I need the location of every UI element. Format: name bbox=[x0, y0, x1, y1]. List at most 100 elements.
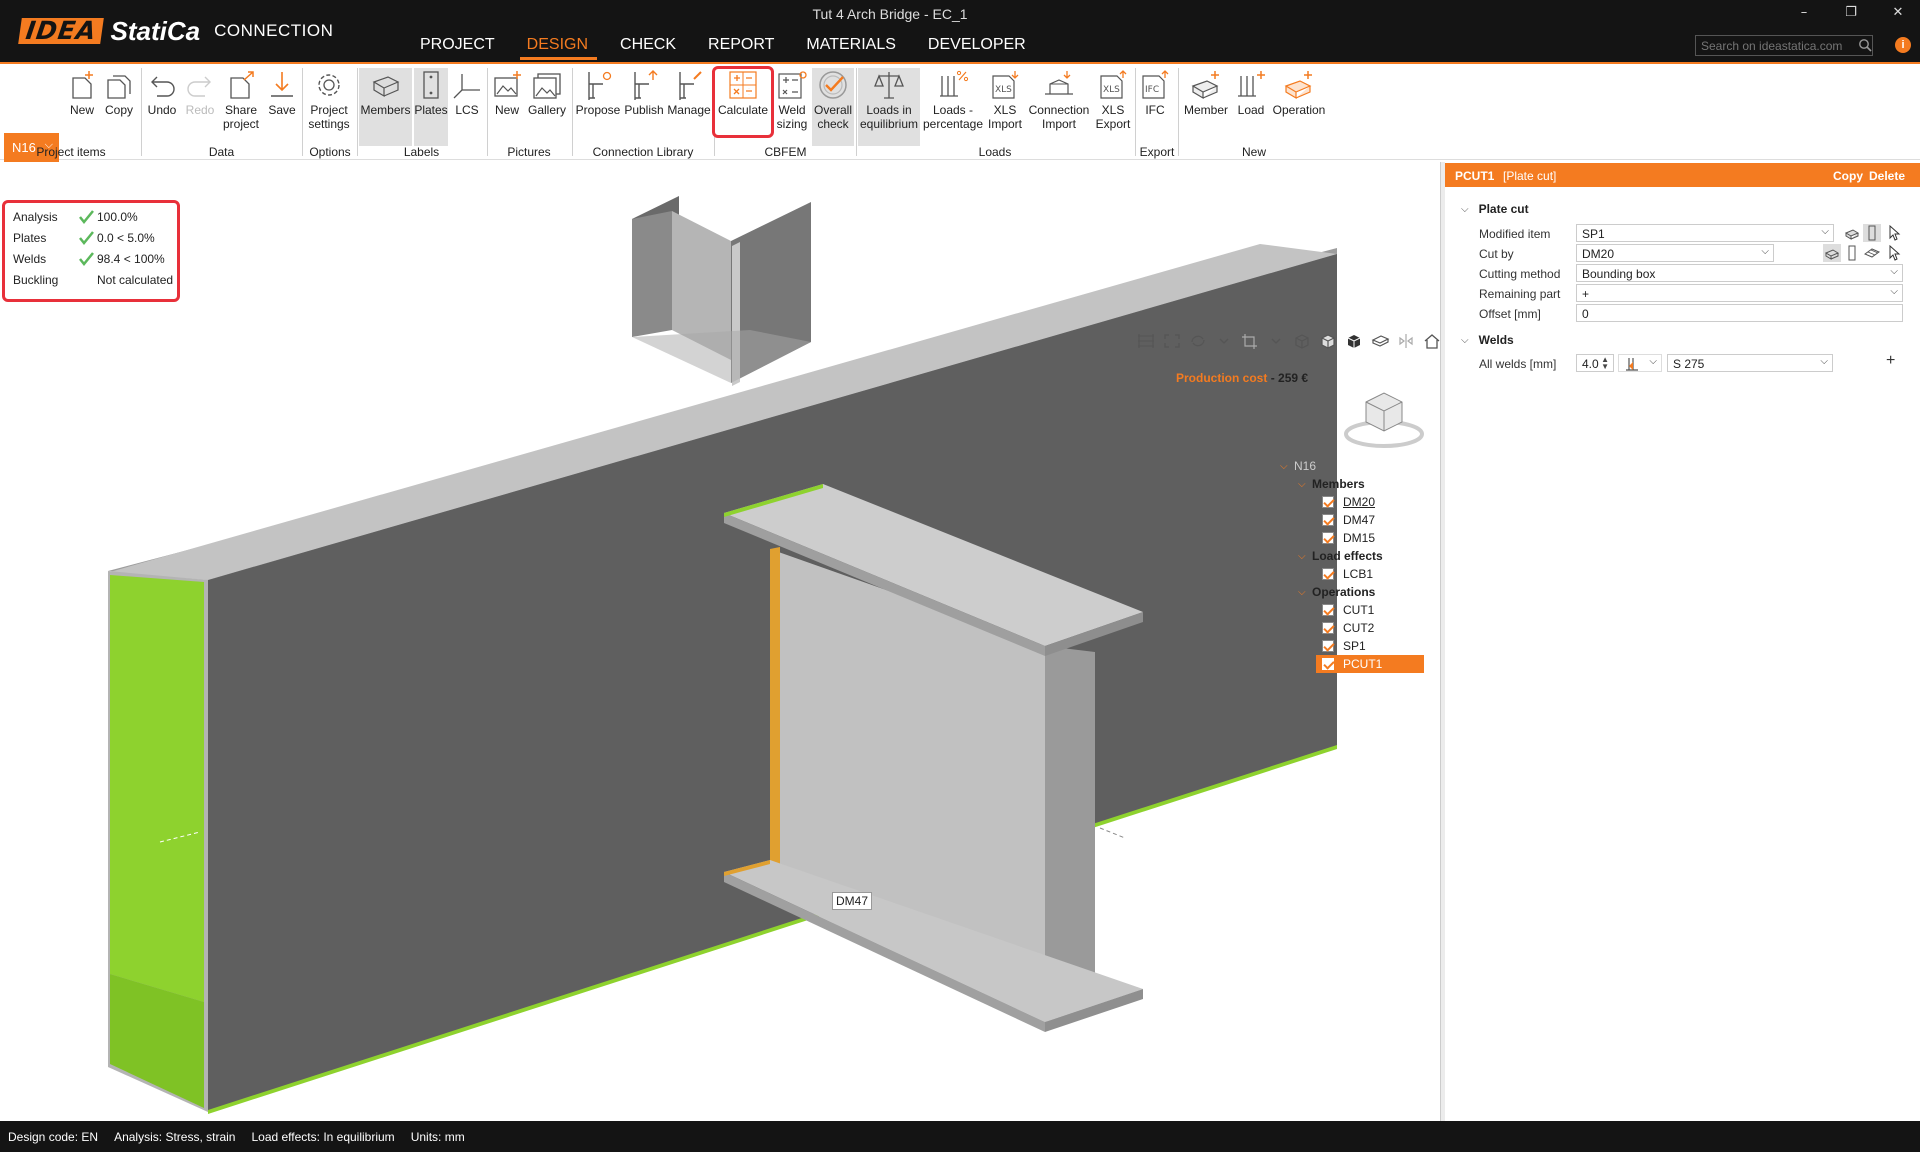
new-operation-icon bbox=[1284, 71, 1312, 100]
menu-project[interactable]: PROJECT bbox=[405, 32, 512, 60]
app-window: IDEA StatiCa CONNECTION Tut 4 Arch Bridg… bbox=[0, 0, 1920, 1152]
labels-members-toggle[interactable]: Members bbox=[359, 68, 412, 146]
pick-cursor-icon[interactable] bbox=[1885, 224, 1903, 242]
manage-button[interactable]: Manage bbox=[667, 68, 711, 146]
dimension-icon[interactable] bbox=[1136, 332, 1156, 350]
remaining-part-select[interactable]: + ⌵ bbox=[1576, 284, 1903, 302]
navigation-cube-icon[interactable] bbox=[1342, 384, 1426, 452]
checkbox-checked-icon[interactable] bbox=[1322, 568, 1334, 580]
undo-button[interactable]: Undo bbox=[145, 68, 179, 146]
share-project-button[interactable]: Share project bbox=[219, 68, 263, 146]
crop-icon[interactable] bbox=[1240, 332, 1260, 350]
close-button[interactable]: ✕ bbox=[1886, 5, 1910, 20]
group-separator bbox=[141, 68, 142, 156]
mirror-icon[interactable] bbox=[1396, 332, 1416, 350]
xls-import-button[interactable]: XLS XLS Import bbox=[986, 68, 1024, 146]
member-view-icon[interactable] bbox=[1843, 224, 1861, 242]
publish-button[interactable]: Publish bbox=[622, 68, 666, 146]
group-separator bbox=[1178, 68, 1179, 156]
add-weld-button[interactable]: + bbox=[1886, 352, 1895, 370]
new-member-button[interactable]: Member bbox=[1181, 68, 1231, 146]
menu-materials[interactable]: MATERIALS bbox=[791, 32, 913, 60]
checkbox-checked-icon[interactable] bbox=[1322, 640, 1334, 652]
minimize-button[interactable]: – bbox=[1792, 5, 1816, 20]
cutting-method-select[interactable]: Bounding box ⌵ bbox=[1576, 264, 1903, 282]
3d-viewport[interactable]: Production cost - 259 € DM47 ⌵ N16 ⌵ Membe… bbox=[0, 162, 1440, 1121]
loads-in-equilibrium-toggle[interactable]: Loads in equilibrium bbox=[858, 68, 920, 146]
member-dm15-flange-side bbox=[632, 211, 672, 337]
offset-input[interactable]: 0 bbox=[1576, 304, 1903, 322]
menu-developer[interactable]: DEVELOPER bbox=[913, 32, 1043, 60]
wireframe-cube-icon[interactable] bbox=[1292, 332, 1312, 350]
overall-check-toggle[interactable]: Overall check bbox=[812, 68, 854, 146]
tree-item-cut2[interactable]: CUT2 bbox=[1322, 619, 1374, 637]
xls-export-button[interactable]: XLS XLS Export bbox=[1094, 68, 1132, 146]
connection-3d-model[interactable] bbox=[0, 162, 1440, 1121]
new-item-button[interactable]: New bbox=[64, 68, 100, 146]
weld-material-select[interactable]: S 275 ⌵ bbox=[1667, 354, 1833, 372]
search-icon[interactable] bbox=[1858, 38, 1872, 52]
section-plate-cut[interactable]: ⌵ Plate cut bbox=[1461, 202, 1529, 216]
info-icon[interactable]: i bbox=[1895, 37, 1911, 53]
labels-plates-toggle[interactable]: Plates bbox=[414, 68, 448, 146]
tree-group-load-effects[interactable]: ⌵ Load effects bbox=[1298, 547, 1383, 565]
cut-by-select[interactable]: DM20 ⌵ bbox=[1576, 244, 1774, 262]
copy-operation-button[interactable]: Copy bbox=[1833, 169, 1863, 183]
tree-item-dm15[interactable]: DM15 bbox=[1322, 529, 1375, 547]
redo-button[interactable]: Redo bbox=[183, 68, 217, 146]
gallery-button[interactable]: Gallery bbox=[526, 68, 568, 146]
ifc-export-button[interactable]: IFC IFC bbox=[1138, 68, 1172, 146]
connection-import-button[interactable]: Connection Import bbox=[1026, 68, 1092, 146]
restore-button[interactable]: ❐ bbox=[1839, 5, 1863, 20]
rotate-view-icon[interactable] bbox=[1188, 332, 1208, 350]
tree-node-root[interactable]: ⌵ N16 bbox=[1280, 457, 1316, 475]
plate-view-icon[interactable] bbox=[1863, 224, 1881, 242]
weld-size-stepper[interactable]: 4.0 ▲ ▼ bbox=[1576, 354, 1614, 372]
checkbox-checked-icon[interactable] bbox=[1322, 532, 1334, 544]
copy-item-button[interactable]: Copy bbox=[102, 68, 136, 146]
pick-cursor-icon[interactable] bbox=[1885, 244, 1903, 262]
new-operation-button[interactable]: Operation bbox=[1271, 68, 1327, 146]
checkbox-checked-icon[interactable] bbox=[1322, 622, 1334, 634]
transparent-cube-icon[interactable] bbox=[1318, 332, 1338, 350]
plate-view-icon[interactable] bbox=[1843, 244, 1861, 262]
weld-type-select[interactable]: ⌵ bbox=[1618, 354, 1662, 372]
weld-sizing-button[interactable]: Weld sizing bbox=[771, 68, 813, 146]
chevron-down-icon[interactable] bbox=[1214, 332, 1234, 350]
tree-item-cut1[interactable]: CUT1 bbox=[1322, 601, 1374, 619]
tree-group-operations[interactable]: ⌵ Operations bbox=[1298, 583, 1375, 601]
tree-item-sp1[interactable]: SP1 bbox=[1322, 637, 1366, 655]
project-settings-button[interactable]: Project settings bbox=[305, 68, 353, 146]
solid-cube-icon[interactable] bbox=[1344, 332, 1364, 350]
checkbox-checked-icon[interactable] bbox=[1322, 496, 1334, 508]
checkbox-checked-icon[interactable] bbox=[1322, 658, 1334, 670]
save-button[interactable]: Save bbox=[265, 68, 299, 146]
tree-item-pcut1-selected[interactable]: PCUT1 bbox=[1316, 655, 1424, 673]
checkbox-checked-icon[interactable] bbox=[1322, 514, 1334, 526]
delete-operation-button[interactable]: Delete bbox=[1869, 169, 1905, 183]
section-plane-icon[interactable] bbox=[1370, 332, 1390, 350]
tree-group-members[interactable]: ⌵ Members bbox=[1298, 475, 1365, 493]
labels-lcs-toggle[interactable]: LCS bbox=[450, 68, 484, 146]
home-icon[interactable] bbox=[1422, 332, 1440, 350]
tree-item-lcb1[interactable]: LCB1 bbox=[1322, 565, 1373, 583]
zoom-extents-icon[interactable] bbox=[1162, 332, 1182, 350]
checkbox-checked-icon[interactable] bbox=[1322, 604, 1334, 616]
member-label-dm47[interactable]: DM47 bbox=[832, 892, 873, 910]
loads-percentage-toggle[interactable]: Loads - percentage bbox=[922, 68, 984, 146]
tree-item-dm47[interactable]: DM47 bbox=[1322, 511, 1375, 529]
workplane-icon[interactable] bbox=[1863, 244, 1881, 262]
search-input[interactable] bbox=[1695, 35, 1873, 56]
tree-item-dm20[interactable]: DM20 bbox=[1322, 493, 1375, 511]
menu-report[interactable]: REPORT bbox=[693, 32, 791, 60]
propose-button[interactable]: Propose bbox=[575, 68, 621, 146]
stepper-arrows-icon[interactable]: ▲ ▼ bbox=[1601, 356, 1609, 371]
menu-design[interactable]: DESIGN bbox=[512, 32, 605, 60]
new-picture-button[interactable]: New bbox=[490, 68, 524, 146]
modified-item-select[interactable]: SP1 ⌵ bbox=[1576, 224, 1834, 242]
member-view-icon[interactable] bbox=[1823, 244, 1841, 262]
new-load-button[interactable]: Load bbox=[1233, 68, 1269, 146]
menu-check[interactable]: CHECK bbox=[605, 32, 693, 60]
chevron-down-icon[interactable] bbox=[1266, 332, 1286, 350]
section-welds[interactable]: ⌵ Welds bbox=[1461, 333, 1514, 347]
